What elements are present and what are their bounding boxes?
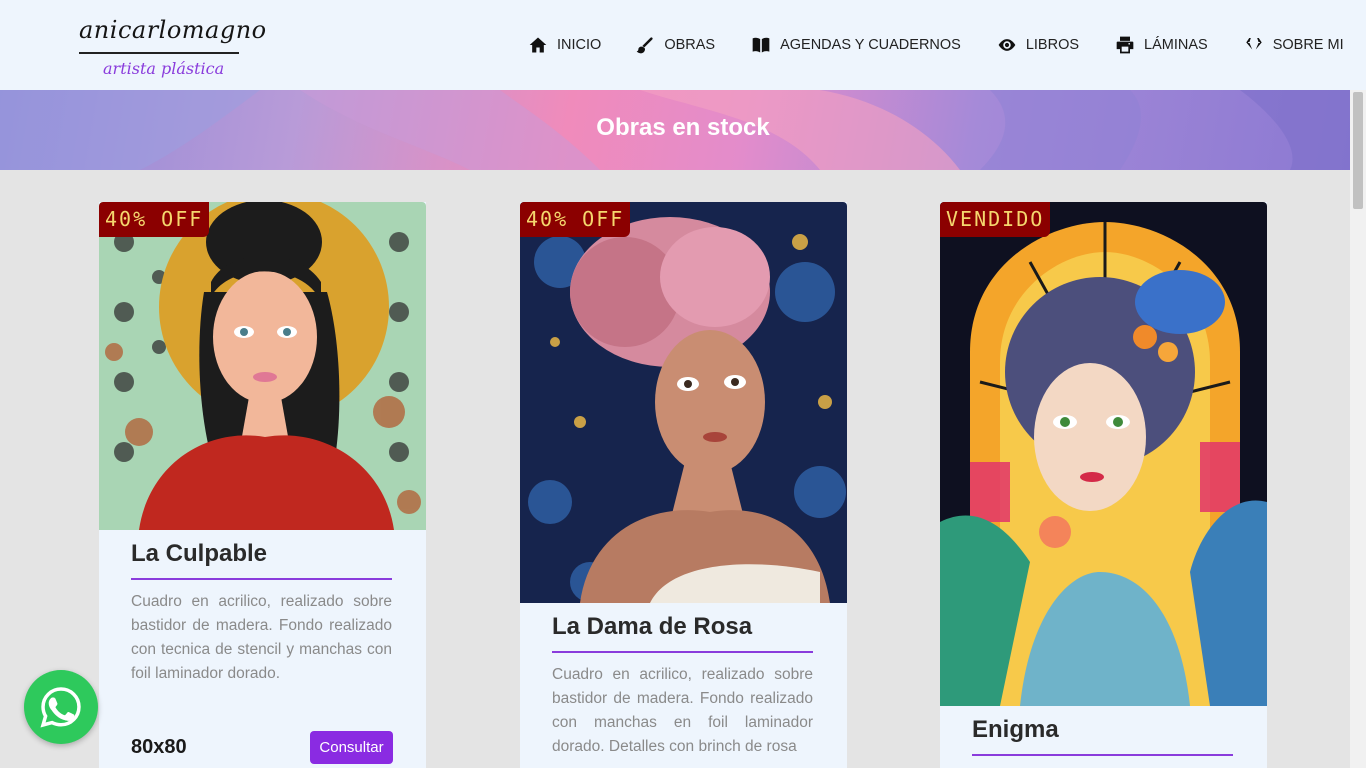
artwork-size: 80x80 [131, 736, 187, 758]
nav-item-agendas[interactable]: AGENDAS Y CUADERNOS [751, 35, 961, 55]
nav-label: SOBRE MI [1272, 37, 1344, 53]
main-nav: INICIO OBRAS AGENDAS Y CUADERNOS LIBROS … [528, 33, 1344, 57]
title-divider [131, 578, 392, 580]
artwork-title[interactable]: Enigma [972, 716, 1059, 744]
nav-label: INICIO [557, 37, 602, 53]
title-divider [552, 651, 813, 653]
eye-icon [998, 39, 1016, 51]
nav-item-sobre-mi[interactable]: SOBRE MI [1244, 35, 1344, 55]
whatsapp-icon [40, 687, 81, 728]
paintbrush-icon [636, 37, 653, 54]
scrollbar-thumb[interactable] [1353, 92, 1363, 209]
logo-subtitle: artista plástica [103, 59, 225, 78]
nav-label: OBRAS [664, 37, 716, 53]
sold-badge: VENDIDO [940, 202, 1051, 237]
discount-badge: 40% OFF [520, 202, 631, 237]
title-divider [972, 754, 1233, 756]
whatsapp-button[interactable] [24, 670, 98, 744]
nav-label: AGENDAS Y CUADERNOS [780, 37, 961, 53]
book-icon [752, 37, 770, 53]
site-logo[interactable]: anicarlomagno artista plástica [79, 14, 266, 82]
artwork-card: 40% OFF La Culpable Cuadro en acrilico, … [99, 202, 426, 768]
artwork-image[interactable]: 40% OFF [99, 202, 426, 530]
artwork-description: Cuadro en acrilico, realizado sobre bast… [552, 666, 813, 755]
page-title: Obras en stock [596, 114, 770, 141]
logo-title: anicarlomagno [79, 16, 267, 44]
nav-item-libros[interactable]: LIBROS [997, 35, 1079, 55]
nav-item-laminas[interactable]: LÁMINAS [1115, 35, 1208, 55]
printer-icon [1116, 36, 1134, 54]
artwork-image[interactable]: 40% OFF [520, 202, 847, 603]
gem-icon [1244, 37, 1263, 54]
logo-divider [79, 52, 239, 54]
page-banner: Obras en stock [0, 90, 1350, 170]
nav-item-inicio[interactable]: INICIO [528, 35, 601, 55]
nav-item-obras[interactable]: OBRAS [635, 35, 715, 55]
nav-label: LÁMINAS [1144, 37, 1208, 53]
consult-button[interactable]: Consultar [310, 731, 393, 764]
artwork-title[interactable]: La Culpable [131, 540, 267, 568]
page-scrollbar[interactable] [1350, 90, 1366, 768]
artwork-image[interactable]: VENDIDO [940, 202, 1267, 706]
artwork-card: VENDIDO Enigma [940, 202, 1267, 768]
site-header: anicarlomagno artista plástica INICIO OB… [0, 0, 1366, 90]
artwork-description: Cuadro en acrilico, realizado sobre bast… [131, 593, 392, 682]
home-icon [529, 37, 547, 53]
artwork-card: 40% OFF La Dama de Rosa Cuadro en acrili… [520, 202, 847, 768]
discount-badge: 40% OFF [99, 202, 210, 237]
artwork-title[interactable]: La Dama de Rosa [552, 613, 752, 641]
nav-label: LIBROS [1025, 37, 1080, 53]
